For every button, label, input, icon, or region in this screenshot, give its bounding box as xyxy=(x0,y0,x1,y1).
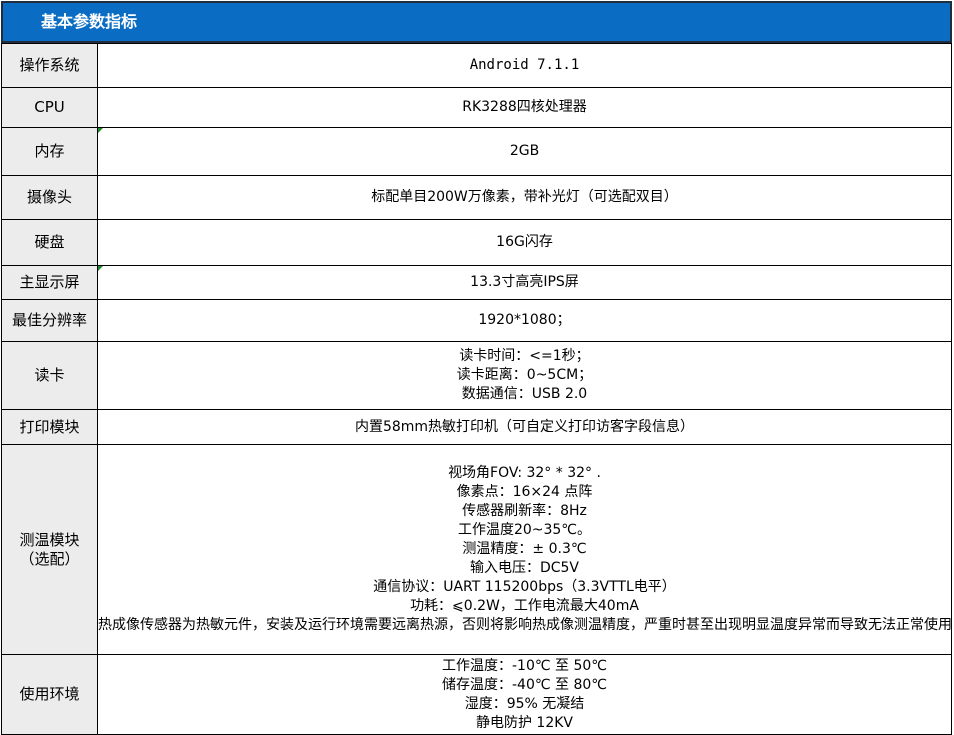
row-label-resolution: 最佳分辨率 xyxy=(1,299,98,342)
value-line: 静电防护 12KV xyxy=(475,714,574,731)
value-line: Android 7.1.1 xyxy=(469,57,580,73)
table-row: 硬盘 16G闪存 xyxy=(1,219,952,266)
section-header: 基本参数指标 xyxy=(1,1,952,43)
table-row: 主显示屏 13.3寸高亮IPS屏 xyxy=(1,265,952,300)
value-line: 工作温度20~35℃。 xyxy=(457,522,592,538)
row-value-display: 13.3寸高亮IPS屏 xyxy=(97,265,952,300)
row-value-os: Android 7.1.1 xyxy=(97,43,952,88)
table-row: 最佳分辨率 1920*1080； xyxy=(1,299,952,342)
row-label-storage: 硬盘 xyxy=(1,219,98,266)
section-title: 基本参数指标 xyxy=(41,12,138,31)
row-value-camera: 标配单目200W万像素，带补光灯（可选配双目） xyxy=(97,175,952,220)
value-line: 视场角FOV: 32° * 32° . xyxy=(448,465,601,481)
row-value-storage: 16G闪存 xyxy=(97,219,952,266)
value-line: 13.3寸高亮IPS屏 xyxy=(470,274,579,290)
value-line: 标配单目200W万像素，带补光灯（可选配双目） xyxy=(371,189,678,205)
row-label-cpu: CPU xyxy=(1,87,98,128)
row-value-environment: 工作温度：-10℃ 至 50℃ 储存温度：-40℃ 至 80℃ 湿度：95% 无… xyxy=(97,654,952,735)
row-value-printer: 内置58mm热敏打印机（可自定义打印访客字段信息） xyxy=(97,409,952,445)
spec-table: 操作系统 Android 7.1.1 CPU RK3288四核处理器 内存 2G… xyxy=(1,43,952,735)
row-label-display: 主显示屏 xyxy=(1,265,98,300)
label-line: 测温模块 xyxy=(19,530,80,549)
value-line: 16G闪存 xyxy=(496,234,553,250)
row-value-card-reader: 读卡时间：<=1秒； 读卡距离：0~5CM； 数据通信：USB 2.0 xyxy=(97,341,952,410)
table-row: 测温模块 （选配） 视场角FOV: 32° * 32° . 像素点：16×24 … xyxy=(1,444,952,655)
value-line: 内置58mm热敏打印机（可自定义打印访客字段信息） xyxy=(354,418,695,435)
table-row: 打印模块 内置58mm热敏打印机（可自定义打印访客字段信息） xyxy=(1,409,952,445)
cell-comment-marker xyxy=(98,128,103,133)
spec-sheet: 基本参数指标 操作系统 Android 7.1.1 CPU RK3288四核处理… xyxy=(1,1,952,735)
label-line-optional: （选配） xyxy=(19,549,80,568)
row-label-thermal: 测温模块 （选配） xyxy=(1,444,98,655)
row-value-memory: 2GB xyxy=(97,127,952,176)
value-line: 功耗：⩽0.2W，工作电流最大40mA xyxy=(410,598,639,614)
value-line: 2GB xyxy=(509,143,540,159)
value-line: 储存温度：-40℃ 至 80℃ xyxy=(441,676,608,693)
table-row: 读卡 读卡时间：<=1秒； 读卡距离：0~5CM； 数据通信：USB 2.0 xyxy=(1,341,952,410)
value-line: RK3288四核处理器 xyxy=(462,99,587,115)
table-row: CPU RK3288四核处理器 xyxy=(1,87,952,128)
row-value-thermal: 视场角FOV: 32° * 32° . 像素点：16×24 点阵 传感器刷新率：… xyxy=(97,444,952,655)
value-line: 读卡时间：<=1秒； xyxy=(459,348,590,364)
row-label-memory: 内存 xyxy=(1,127,98,176)
table-row: 摄像头 标配单目200W万像素，带补光灯（可选配双目） xyxy=(1,175,952,220)
table-row: 使用环境 工作温度：-10℃ 至 50℃ 储存温度：-40℃ 至 80℃ 湿度：… xyxy=(1,654,952,735)
value-line: 测温精度：± 0.3℃ xyxy=(462,541,587,557)
value-line: 数据通信：USB 2.0 xyxy=(461,386,588,402)
cell-comment-marker xyxy=(98,266,103,271)
row-value-cpu: RK3288四核处理器 xyxy=(97,87,952,128)
row-label-printer: 打印模块 xyxy=(1,409,98,445)
table-row: 操作系统 Android 7.1.1 xyxy=(1,43,952,88)
value-line: 输入电压：DC5V xyxy=(469,560,580,576)
row-label-environment: 使用环境 xyxy=(1,654,98,735)
row-label-os: 操作系统 xyxy=(1,43,98,88)
value-line: 像素点：16×24 点阵 xyxy=(456,484,593,500)
value-line: 湿度：95% 无凝结 xyxy=(464,695,585,712)
value-line-warning: 热成像传感器为热敏元件，安装及运行环境需要远离热源，否则将影响热成像测温精度，严… xyxy=(98,617,952,633)
row-value-resolution: 1920*1080； xyxy=(97,299,952,342)
value-line: 1920*1080； xyxy=(478,312,571,328)
value-line: 通信协议：UART 115200bps（3.3VTTL电平） xyxy=(373,579,676,595)
row-label-camera: 摄像头 xyxy=(1,175,98,220)
row-label-card-reader: 读卡 xyxy=(1,341,98,410)
value-line: 传感器刷新率：8Hz xyxy=(462,503,587,519)
table-row: 内存 2GB xyxy=(1,127,952,176)
value-line: 工作温度：-10℃ 至 50℃ xyxy=(441,657,608,674)
value-line: 读卡距离：0~5CM； xyxy=(456,367,593,383)
